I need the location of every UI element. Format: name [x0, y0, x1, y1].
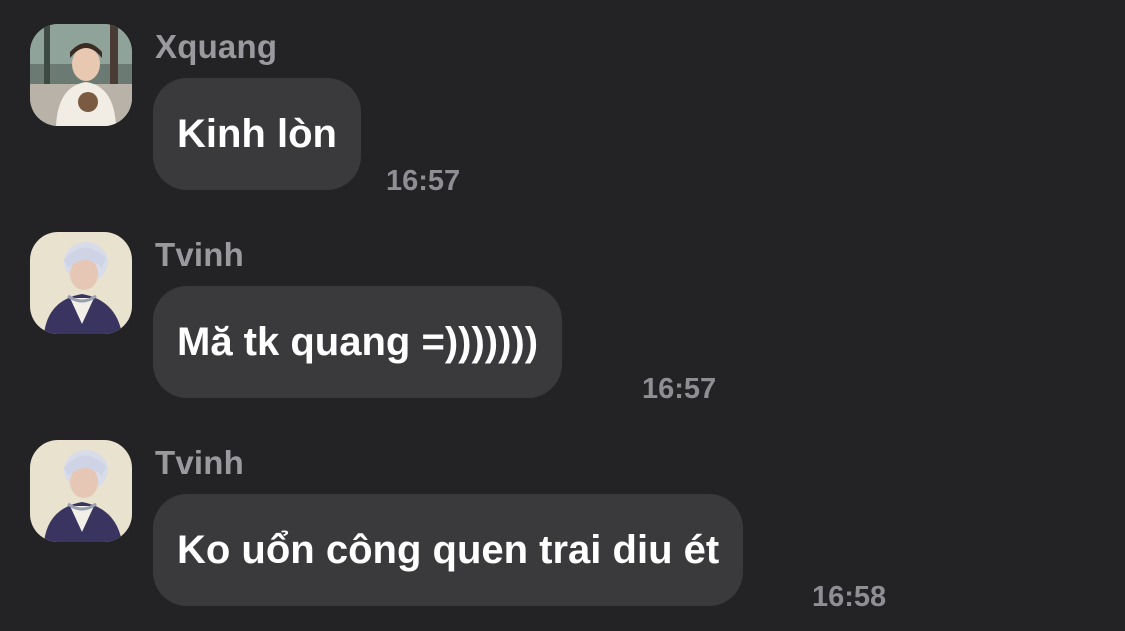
message-bubble[interactable]: Mă tk quang =))))))): [153, 286, 563, 398]
message-timestamp: 16:57: [386, 165, 461, 197]
message-bubble[interactable]: Ko uổn công quen trai diu ét: [153, 494, 744, 606]
message-timestamp: 16:57: [642, 373, 717, 405]
sender-name: Tvinh: [155, 236, 244, 273]
user-avatar-photo-icon: [30, 232, 132, 334]
avatar[interactable]: [30, 232, 132, 334]
sender-name: Xquang: [155, 28, 278, 65]
message-bubble[interactable]: Kinh lòn: [153, 78, 361, 190]
user-avatar-photo-icon: [30, 24, 132, 126]
avatar[interactable]: [30, 24, 132, 126]
sender-name: Tvinh: [155, 444, 244, 481]
user-avatar-photo-icon: [30, 440, 132, 542]
chat-thread: Xquang Kinh lòn 16:57 Tvinh Mă tk quang …: [0, 0, 1125, 631]
avatar[interactable]: [30, 440, 132, 542]
message-text: Mă tk quang =))))))): [177, 320, 539, 364]
message-text: Ko uổn công quen trai diu ét: [177, 528, 720, 572]
message-text: Kinh lòn: [177, 112, 337, 156]
message-timestamp: 16:58: [812, 581, 887, 613]
